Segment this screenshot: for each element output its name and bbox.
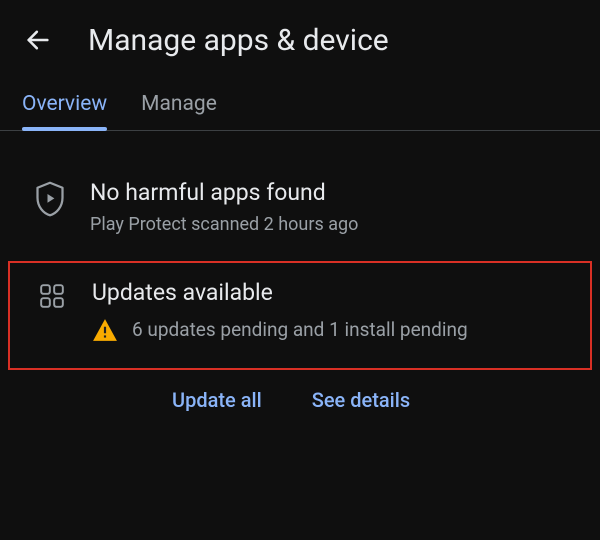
- icon-col: [22, 179, 78, 237]
- updates-section-highlight: Updates available 6 updates pending and …: [8, 261, 592, 370]
- warning-icon: [92, 316, 118, 346]
- protect-title: No harmful apps found: [90, 179, 578, 206]
- protect-subtitle: Play Protect scanned 2 hours ago: [90, 212, 578, 237]
- updates-subtitle: 6 updates pending and 1 install pending: [132, 316, 468, 344]
- text-col: Updates available 6 updates pending and …: [80, 279, 576, 346]
- back-button[interactable]: [18, 20, 58, 60]
- apps-grid-icon: [39, 283, 65, 309]
- updates-subtitle-row: 6 updates pending and 1 install pending: [92, 316, 576, 346]
- shield-play-icon: [35, 181, 65, 217]
- icon-col: [24, 279, 80, 346]
- update-all-button[interactable]: Update all: [172, 388, 262, 412]
- updates-title: Updates available: [92, 279, 576, 306]
- header: Manage apps & device: [0, 0, 600, 78]
- back-arrow-icon: [24, 26, 52, 54]
- text-col: No harmful apps found Play Protect scann…: [78, 179, 578, 237]
- content: No harmful apps found Play Protect scann…: [0, 131, 600, 412]
- updates-section[interactable]: Updates available 6 updates pending and …: [24, 279, 576, 346]
- page-title: Manage apps & device: [88, 23, 389, 58]
- tab-overview[interactable]: Overview: [22, 92, 107, 130]
- tab-manage[interactable]: Manage: [141, 92, 217, 130]
- tabs: Overview Manage: [0, 78, 600, 131]
- play-protect-section[interactable]: No harmful apps found Play Protect scann…: [0, 161, 600, 255]
- see-details-button[interactable]: See details: [312, 388, 410, 412]
- updates-actions: Update all See details: [0, 370, 600, 412]
